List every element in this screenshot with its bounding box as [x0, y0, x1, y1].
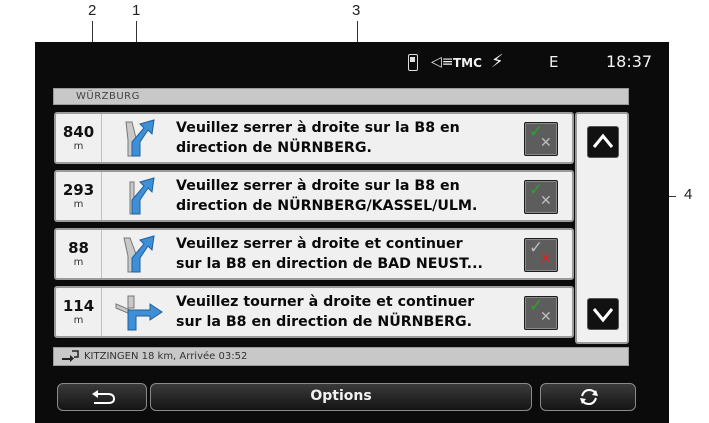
- destination-bar: KITZINGEN 18 km, Arrivée 03:52: [53, 347, 629, 366]
- status-bar: ◁≡ TMC ⚡ E 18:37: [35, 42, 669, 84]
- avoid-toggle-button[interactable]: ✓ ✕: [524, 180, 558, 214]
- callout-2: 2: [88, 2, 97, 19]
- gps-icon: ⚡: [491, 51, 504, 72]
- route-step-row[interactable]: 293 m Veuillez serrer à droite sur la B8…: [54, 170, 574, 222]
- refresh-icon: [580, 388, 598, 406]
- current-town: WÜRZBURG: [76, 91, 140, 102]
- compass-direction: E: [549, 53, 559, 71]
- current-town-bar: WÜRZBURG: [53, 88, 629, 105]
- keep-right-arrow-icon: [129, 177, 155, 215]
- refresh-button[interactable]: [540, 383, 636, 411]
- distance-value: 840: [62, 123, 95, 141]
- instruction-line-2: sur la B8 en direction de NÜRNBERG.: [176, 314, 472, 330]
- route-step-row[interactable]: 840 m Veuillez serrer à droite sur la B8…: [54, 112, 574, 164]
- instruction-line-1: Veuillez serrer à droite sur la B8 en: [176, 178, 460, 194]
- route-step-row[interactable]: 114 m Veuillez tourner à droite et conti…: [54, 286, 574, 338]
- destination-flag-icon: [62, 350, 79, 362]
- bottom-toolbar: Options: [35, 373, 669, 423]
- instruction-text: Veuillez serrer à droite et continuer su…: [176, 234, 524, 274]
- step-distance: 840 m: [56, 114, 102, 162]
- figure: 2 1 3 4 ◁≡ TMC ⚡ E 18:37 WÜRZBURG 840 m: [0, 0, 709, 423]
- step-distance: 293 m: [56, 172, 102, 220]
- cross-icon: ✕: [540, 309, 552, 325]
- instruction-text: Veuillez serrer à droite sur la B8 en di…: [176, 176, 524, 216]
- cross-icon: ✕: [540, 251, 552, 267]
- cross-icon: ✕: [540, 135, 552, 151]
- instruction-line-1: Veuillez serrer à droite et continuer: [176, 236, 463, 252]
- distance-value: 88: [68, 239, 89, 257]
- step-distance: 114 m: [56, 288, 102, 336]
- step-distance: 88 m: [56, 230, 102, 278]
- avoid-toggle-button[interactable]: ✓ ✕: [524, 238, 558, 272]
- scroll-down-button[interactable]: [587, 298, 619, 330]
- instruction-text: Veuillez tourner à droite et continuer s…: [176, 292, 524, 332]
- instruction-line-1: Veuillez tourner à droite et continuer: [176, 294, 475, 310]
- instruction-line-2: sur la B8 en direction de BAD NEUST...: [176, 256, 483, 272]
- instruction-text: Veuillez serrer à droite sur la B8 en di…: [176, 118, 524, 158]
- keep-right-arrow-icon: [125, 119, 155, 157]
- instruction-line-1: Veuillez serrer à droite sur la B8 en: [176, 120, 460, 136]
- distance-unit: m: [73, 315, 84, 326]
- distance-unit: m: [73, 199, 84, 210]
- back-button[interactable]: [57, 383, 147, 411]
- clock: 18:37: [606, 52, 653, 71]
- cross-icon: ✕: [540, 193, 552, 209]
- route-step-row[interactable]: 88 m Veuillez serrer à droite et continu…: [54, 228, 574, 280]
- distance-unit: m: [73, 257, 84, 268]
- destination-info: KITZINGEN 18 km, Arrivée 03:52: [84, 351, 248, 362]
- avoid-toggle-button[interactable]: ✓ ✕: [524, 122, 558, 156]
- back-icon: [92, 390, 116, 404]
- callout-1: 1: [132, 2, 141, 19]
- sound-icon: ◁≡: [431, 54, 454, 70]
- distance-unit: m: [73, 141, 84, 152]
- chevron-down-icon: [592, 308, 614, 323]
- options-button[interactable]: Options: [150, 383, 532, 411]
- phone-icon: [408, 54, 418, 71]
- instruction-line-2: direction de NÜRNBERG/KASSEL/ULM.: [176, 198, 478, 214]
- distance-value: 114: [62, 297, 95, 315]
- callout-3: 3: [352, 2, 361, 19]
- list-scroller: [575, 112, 629, 344]
- callout-4: 4: [684, 186, 693, 203]
- distance-value: 293: [62, 181, 95, 199]
- keep-right-arrow-icon: [123, 235, 155, 273]
- avoid-toggle-button[interactable]: ✓ ✕: [524, 296, 558, 330]
- chevron-up-icon: [592, 133, 614, 148]
- tmc-indicator: TMC: [453, 56, 482, 70]
- navigation-screen: ◁≡ TMC ⚡ E 18:37 WÜRZBURG 840 m Veuillez…: [35, 42, 669, 423]
- instruction-line-2: direction de NÜRNBERG.: [176, 140, 372, 156]
- scroll-up-button[interactable]: [587, 126, 619, 158]
- turn-right-arrow-icon: [115, 295, 163, 331]
